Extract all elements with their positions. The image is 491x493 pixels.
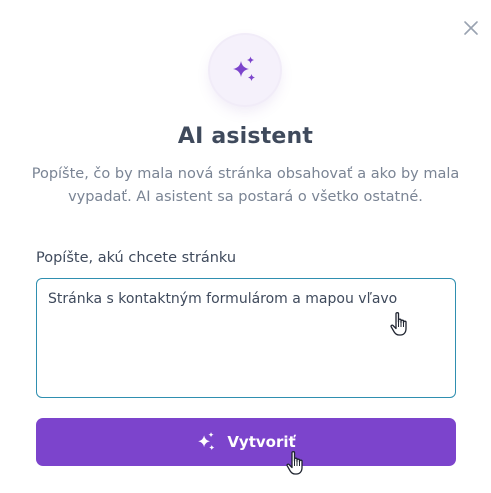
dialog-title: AI asistent: [177, 124, 314, 149]
close-button[interactable]: [462, 19, 480, 37]
create-button-label: Vytvoriť: [227, 433, 296, 451]
dialog-description: Popíšte, čo by mala nová stránka obsahov…: [31, 166, 460, 205]
sparkles-icon: [233, 56, 255, 81]
ai-assistant-dialog: AI asistent Popíšte, čo by mala nová str…: [0, 0, 491, 493]
sparkles-icon: [196, 431, 218, 453]
close-icon: [464, 21, 478, 35]
create-button[interactable]: Vytvoriť: [36, 418, 456, 466]
prompt-label: Popíšte, akú chcete stránku: [36, 250, 237, 266]
sparkles-icon-badge: [210, 35, 280, 105]
prompt-textarea[interactable]: Stránka s kontaktným formulárom a mapou …: [36, 278, 456, 398]
